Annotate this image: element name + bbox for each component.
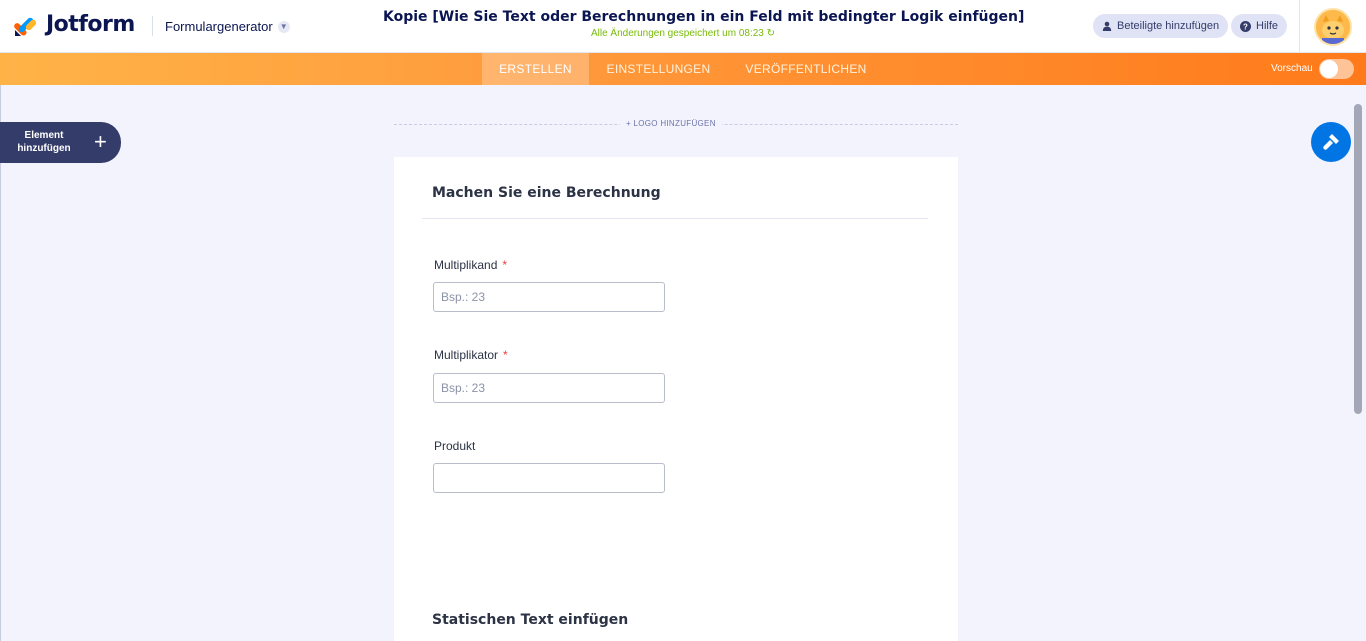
preview-toggle-knob: [1320, 60, 1338, 78]
main-tab-bar: ERSTELLEN EINSTELLUNGEN VERÖFFENTLICHEN …: [0, 53, 1366, 85]
brand-name: Jotform: [46, 12, 135, 37]
multiplikand-label[interactable]: Multiplikand *: [434, 258, 507, 272]
paint-roller-icon: [1323, 134, 1339, 150]
help-icon: ?: [1240, 20, 1251, 32]
add-element-label: Element hinzufügen: [17, 130, 71, 154]
add-collaborators-label: Beteiligte hinzufügen: [1117, 20, 1220, 32]
left-panel-edge: [0, 85, 1, 641]
produkt-input[interactable]: [433, 463, 665, 493]
jotform-logo[interactable]: Jotform: [14, 12, 135, 37]
multiplikator-label[interactable]: Multiplikator *: [434, 348, 508, 362]
multiplikator-label-text: Multiplikator: [434, 348, 499, 362]
plus-icon: +: [94, 129, 107, 154]
form-header-title[interactable]: Machen Sie eine Berechnung: [432, 185, 661, 201]
page-scrollbar-thumb[interactable]: [1354, 104, 1362, 414]
header-divider: [152, 16, 153, 36]
top-header: Jotform Formulargenerator ▼ Kopie [Wie S…: [0, 0, 1366, 53]
jotform-logo-icon: [14, 13, 38, 37]
save-status-text: Alle Änderungen gespeichert um 08:23: [590, 28, 764, 39]
tab-settings[interactable]: EINSTELLUNGEN: [598, 53, 719, 85]
required-mark: *: [502, 258, 508, 272]
preview-toggle[interactable]: [1319, 59, 1354, 79]
add-collaborators-button[interactable]: Beteiligte hinzufügen: [1093, 14, 1229, 38]
static-text-heading[interactable]: Statischen Text einfügen: [432, 612, 628, 628]
user-avatar[interactable]: [1314, 8, 1352, 46]
builder-menu-dropdown[interactable]: Formulargenerator ▼: [165, 19, 290, 34]
help-button[interactable]: ? Hilfe: [1231, 14, 1288, 38]
multiplikand-label-text: Multiplikand: [434, 258, 498, 272]
form-card: Machen Sie eine Berechnung Multiplikand *…: [394, 157, 958, 641]
form-title-area: Kopie [Wie Sie Text oder Berechnungen in…: [383, 9, 1024, 39]
add-element-button[interactable]: Element hinzufügen +: [0, 122, 121, 163]
builder-menu-label: Formulargenerator: [165, 19, 273, 34]
tab-build[interactable]: ERSTELLEN: [482, 53, 589, 85]
multiplikand-input[interactable]: [433, 282, 665, 312]
user-icon: [1102, 21, 1112, 31]
header-separator: [1299, 0, 1300, 53]
help-label: Hilfe: [1256, 20, 1279, 32]
chevron-down-icon: ▼: [277, 20, 290, 33]
required-mark: *: [503, 348, 508, 362]
form-header-divider: [422, 218, 928, 219]
add-logo-button[interactable]: + LOGO HINZUFÜGEN: [620, 119, 722, 128]
multiplikator-input[interactable]: [433, 373, 665, 403]
form-title[interactable]: Kopie [Wie Sie Text oder Berechnungen in…: [383, 9, 1024, 25]
produkt-label[interactable]: Produkt: [434, 439, 475, 453]
produkt-label-text: Produkt: [434, 439, 476, 453]
preview-label: Vorschau: [1271, 63, 1313, 74]
refresh-icon: ↻: [766, 28, 776, 39]
form-designer-button[interactable]: [1311, 122, 1351, 162]
svg-text:?: ?: [1243, 22, 1248, 31]
tab-publish[interactable]: VERÖFFENTLICHEN: [740, 53, 872, 85]
save-status: Alle Änderungen gespeichert um 08:23 ↻: [383, 28, 983, 39]
